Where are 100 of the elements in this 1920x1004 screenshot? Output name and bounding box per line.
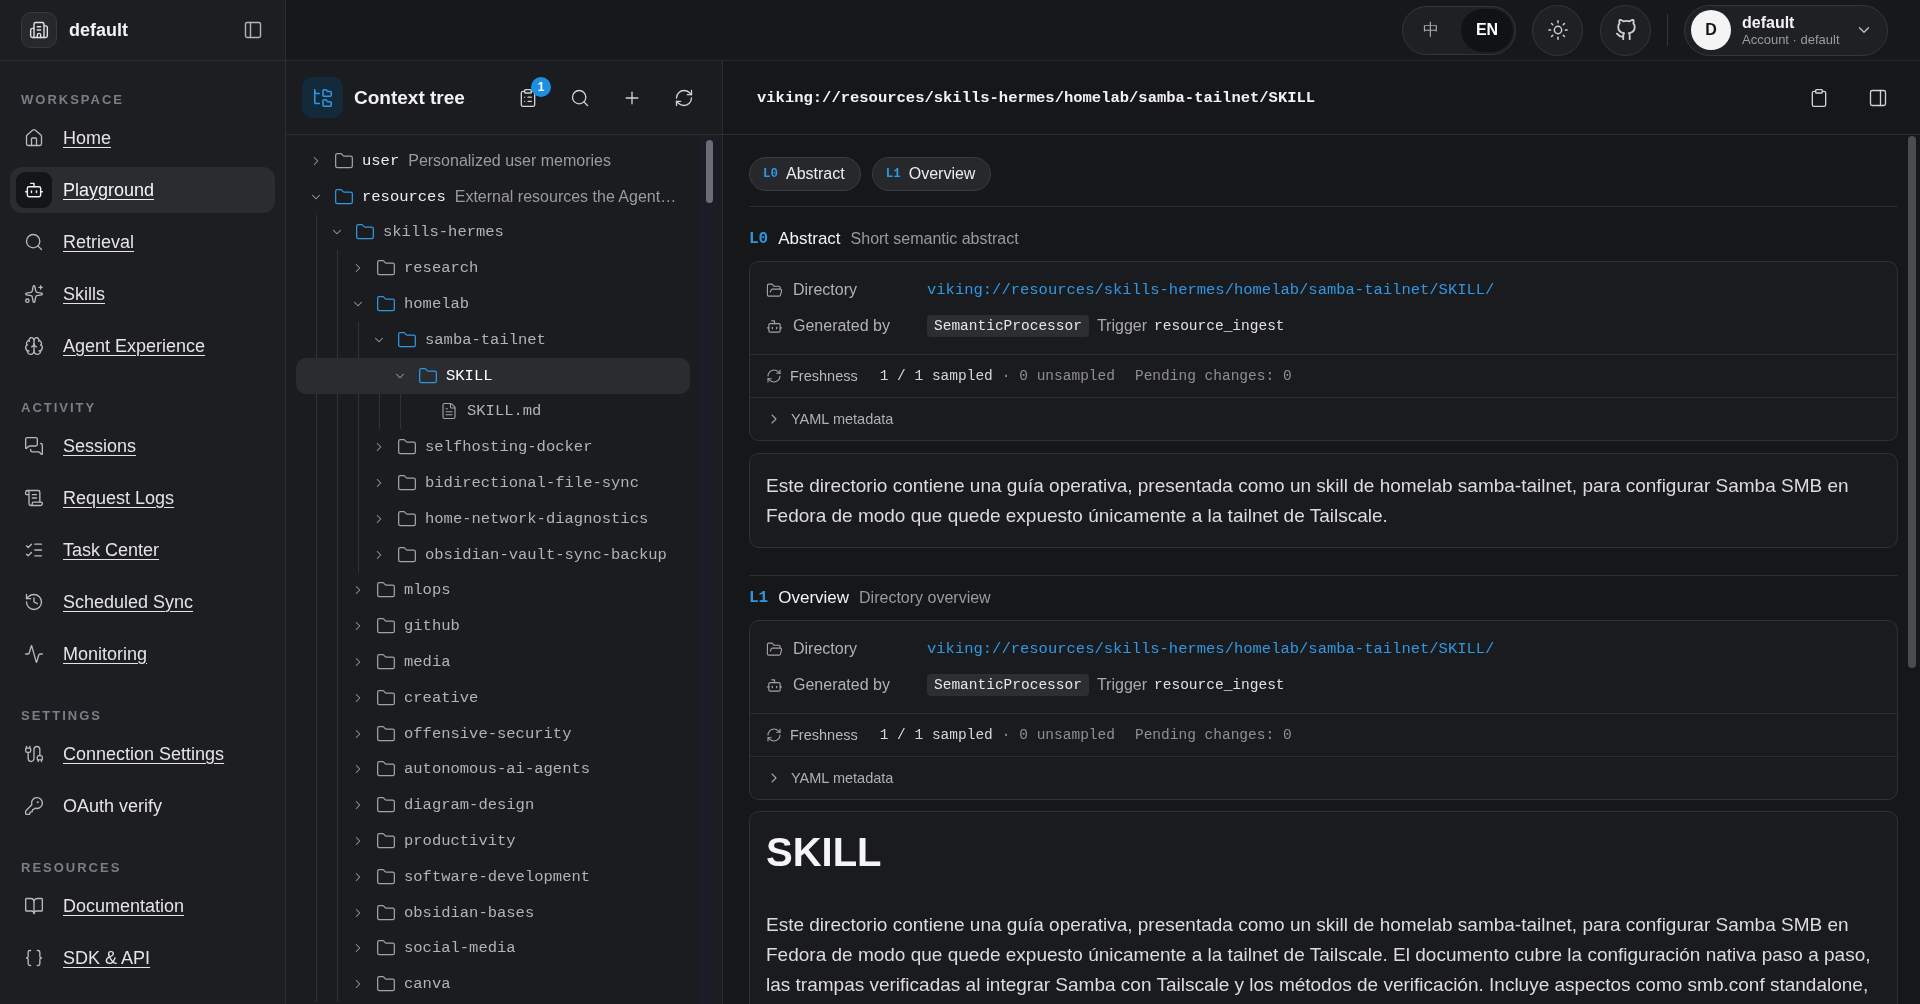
tree-item[interactable]: bidirectional-file-sync bbox=[296, 465, 690, 501]
field-label: Freshness bbox=[790, 368, 858, 384]
building-icon bbox=[21, 12, 57, 48]
section-link-button[interactable]: L0 Abstract bbox=[749, 157, 861, 191]
sidebar-item[interactable]: Agent Experience bbox=[10, 323, 275, 369]
sidebar-item[interactable]: Documentation bbox=[10, 883, 275, 929]
tree-item[interactable]: SKILL.md bbox=[296, 393, 690, 430]
tree-item[interactable]: resources External resources the Agent… bbox=[296, 178, 690, 215]
field-label: Generated by bbox=[793, 317, 891, 335]
tree-item[interactable]: obsidian-bases bbox=[296, 894, 690, 931]
tree-item[interactable]: canva bbox=[296, 966, 690, 1003]
pending-changes: Pending changes: 0 bbox=[1134, 727, 1292, 743]
field-label: Directory bbox=[793, 640, 858, 658]
sidebar-item[interactable]: Skills bbox=[10, 271, 275, 317]
tree-item[interactable]: github bbox=[296, 608, 690, 645]
tree-item[interactable]: user Personalized user memories bbox=[296, 143, 690, 179]
trigger-value: resource_ingest bbox=[1154, 318, 1285, 334]
sparkles-icon bbox=[24, 284, 44, 304]
section-subtitle: Short semantic abstract bbox=[850, 230, 1019, 248]
tree-item[interactable]: selfhosting-docker bbox=[296, 429, 690, 466]
sidebar-item[interactable]: Retrieval bbox=[10, 219, 275, 265]
sidebar-item[interactable]: SDK & API bbox=[10, 935, 275, 981]
tree-item[interactable]: social-media bbox=[296, 930, 690, 967]
level-label: L1 bbox=[749, 589, 769, 607]
tree-item[interactable]: homelab bbox=[296, 286, 690, 322]
scrollbar-thumb[interactable] bbox=[1908, 136, 1916, 668]
account-menu-button[interactable]: D default Account · default bbox=[1684, 4, 1888, 56]
language-option[interactable]: 中 bbox=[1405, 8, 1457, 52]
tree-item[interactable]: obsidian-vault-sync-backup bbox=[296, 536, 690, 573]
scrollbar-thumb[interactable] bbox=[706, 140, 713, 203]
tree-item[interactable]: SKILL bbox=[296, 357, 690, 394]
trigger-value: resource_ingest bbox=[1154, 677, 1285, 693]
folder-icon bbox=[397, 544, 417, 565]
language-option[interactable]: EN bbox=[1461, 8, 1513, 52]
tree-item[interactable]: samba-tailnet bbox=[296, 322, 690, 358]
home-icon bbox=[24, 128, 44, 148]
robot-icon bbox=[766, 676, 783, 694]
clipboard-list-icon[interactable] bbox=[518, 87, 538, 108]
tree-item[interactable]: mlops bbox=[296, 572, 690, 609]
folder-icon bbox=[766, 281, 783, 299]
folder-icon bbox=[376, 687, 396, 708]
sidebar-item[interactable]: Task Center bbox=[10, 527, 275, 573]
github-icon bbox=[1614, 19, 1637, 41]
sidebar-item[interactable]: Scheduled Sync bbox=[10, 579, 275, 625]
github-button[interactable] bbox=[1600, 4, 1651, 56]
section-title: Abstract bbox=[778, 229, 841, 249]
avatar: D bbox=[1691, 10, 1731, 50]
section-heading: SETTINGS bbox=[21, 707, 102, 725]
book-icon bbox=[24, 896, 44, 916]
tree-item[interactable]: home-network-diagnostics bbox=[296, 500, 690, 537]
section-link-button[interactable]: L1 Overview bbox=[871, 157, 992, 191]
scroll-icon bbox=[24, 488, 44, 508]
history-icon bbox=[24, 592, 44, 612]
sidebar-item[interactable]: Sessions bbox=[10, 423, 275, 469]
sidebar-item[interactable]: Request Logs bbox=[10, 475, 275, 521]
sidebar-item[interactable]: Connection Settings bbox=[10, 731, 275, 777]
refresh-icon bbox=[766, 727, 782, 743]
tree-item[interactable]: media bbox=[296, 644, 690, 680]
tree-item[interactable]: software-development bbox=[296, 858, 690, 895]
checklist-icon bbox=[24, 540, 44, 560]
panel-left-icon[interactable] bbox=[243, 20, 263, 40]
theme-toggle-button[interactable] bbox=[1532, 4, 1583, 56]
document-paragraph: Este directorio contiene una guía operativa, presentada como un skill de homelab samba-tailnet, para configurar Samba SMB en Fedora de modo que quede expuesto únicamente a la tailnet de Tailscale. El documento cubre la configuración nativa paso a paso, las trampas verificadas al integrar Samba con Tailscale y los métodos de verificación. Incluye aspectos como smb.conf standalone, bbox=[766, 913, 1872, 997]
folder-icon bbox=[334, 186, 354, 207]
clipboard-icon[interactable] bbox=[1809, 87, 1829, 108]
directory-link[interactable]: viking://resources/skills-hermes/homelab/samba-tailnet/SKILL/ bbox=[927, 640, 1495, 658]
sidebar-item[interactable]: Playground bbox=[10, 167, 275, 213]
braces-icon bbox=[24, 948, 44, 968]
tree-item[interactable]: creative bbox=[296, 679, 690, 716]
panel-right-icon[interactable] bbox=[1868, 87, 1888, 108]
tree-item[interactable]: productivity bbox=[296, 823, 690, 859]
workspace-name: default bbox=[69, 19, 129, 41]
yaml-metadata-toggle[interactable]: YAML metadata bbox=[766, 411, 894, 427]
search-icon[interactable] bbox=[570, 87, 590, 108]
directory-link[interactable]: viking://resources/skills-hermes/homelab/samba-tailnet/SKILL/ bbox=[927, 281, 1495, 299]
sidebar-item[interactable]: OAuth verify bbox=[10, 783, 275, 829]
section-heading: WORKSPACE bbox=[21, 91, 124, 109]
file-icon bbox=[440, 402, 458, 421]
sampled-count: 1 / 1 sampled bbox=[879, 727, 993, 743]
panel-title: Context tree bbox=[354, 86, 466, 109]
unsampled-count: · 0 unsampled bbox=[1001, 727, 1115, 743]
tree-item[interactable]: autonomous-ai-agents bbox=[296, 751, 690, 788]
refresh-icon[interactable] bbox=[674, 87, 694, 108]
folder-icon bbox=[766, 640, 783, 658]
tree-item[interactable]: skills-hermes bbox=[296, 214, 690, 251]
folder-description: Personalized user memories bbox=[408, 151, 611, 170]
field-label: Freshness bbox=[790, 727, 858, 743]
resource-path: viking://resources/skills-hermes/homelab/samba-tailnet/SKILL bbox=[757, 88, 1317, 107]
tree-item[interactable]: research bbox=[296, 250, 690, 287]
tree-item[interactable]: diagram-design bbox=[296, 787, 690, 824]
sampled-count: 1 / 1 sampled bbox=[879, 368, 993, 384]
level-label: L0 bbox=[749, 230, 769, 248]
section-subtitle: Directory overview bbox=[859, 589, 991, 607]
yaml-metadata-toggle[interactable]: YAML metadata bbox=[766, 770, 894, 786]
section-title: Overview bbox=[778, 588, 850, 608]
refresh-icon bbox=[766, 368, 782, 384]
sidebar-item[interactable]: Monitoring bbox=[10, 631, 275, 677]
tree-item[interactable]: offensive-security bbox=[296, 715, 690, 752]
sidebar-item[interactable]: Home bbox=[10, 115, 275, 161]
document-heading: SKILL bbox=[766, 829, 883, 876]
